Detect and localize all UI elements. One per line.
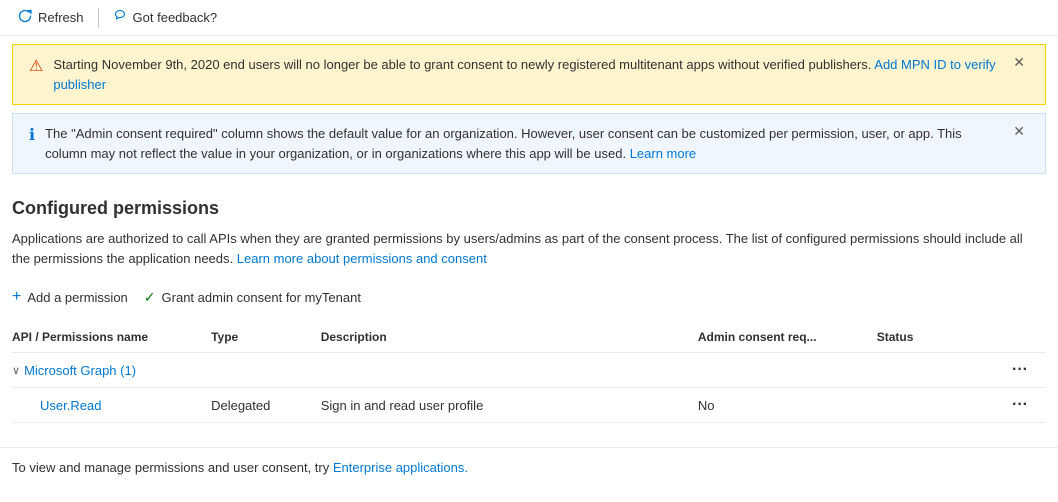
refresh-button[interactable]: Refresh xyxy=(8,5,94,30)
table-row: User.Read Delegated Sign in and read use… xyxy=(12,388,1046,423)
permissions-learn-more-link[interactable]: Learn more about permissions and consent xyxy=(237,251,487,266)
section-description: Applications are authorized to call APIs… xyxy=(12,229,1032,268)
chevron-down-icon: ∨ xyxy=(12,364,20,377)
warning-banner: ⚠ Starting November 9th, 2020 end users … xyxy=(12,44,1046,105)
action-bar: + Add a permission ✓ Grant admin consent… xyxy=(12,284,1046,310)
checkmark-icon: ✓ xyxy=(144,289,156,306)
warning-icon: ⚠ xyxy=(29,56,43,76)
table-header-row: API / Permissions name Type Description … xyxy=(12,322,1046,353)
col-header-name: API / Permissions name xyxy=(12,322,211,353)
perm-context-menu[interactable]: ··· xyxy=(1006,394,1034,415)
perm-status-cell xyxy=(877,388,996,423)
permissions-table: API / Permissions name Type Description … xyxy=(12,322,1046,423)
col-header-type: Type xyxy=(211,322,321,353)
footer-text: To view and manage permissions and user … xyxy=(12,460,329,475)
add-permission-button[interactable]: + Add a permission xyxy=(12,284,128,310)
table-group-row: ∨ Microsoft Graph (1) ··· xyxy=(12,353,1046,388)
info-close-button[interactable]: ✕ xyxy=(1009,124,1029,138)
group-context-menu[interactable]: ··· xyxy=(1006,359,1034,380)
toolbar-divider xyxy=(98,8,99,28)
perm-actions-cell: ··· xyxy=(996,388,1046,423)
enterprise-apps-link[interactable]: Enterprise applications. xyxy=(333,460,468,475)
info-learn-more-link[interactable]: Learn more xyxy=(630,146,696,161)
refresh-label: Refresh xyxy=(38,10,84,25)
perm-admin-consent-cell: No xyxy=(698,388,877,423)
feedback-icon xyxy=(113,9,127,26)
group-admin-cell xyxy=(698,353,877,388)
info-banner-text: The "Admin consent required" column show… xyxy=(45,124,999,163)
group-name-link[interactable]: Microsoft Graph (1) xyxy=(24,363,136,378)
refresh-icon xyxy=(18,9,32,26)
toolbar: Refresh Got feedback? xyxy=(0,0,1058,36)
perm-name-link[interactable]: User.Read xyxy=(40,398,101,413)
warning-banner-text: Starting November 9th, 2020 end users wi… xyxy=(53,55,999,94)
grant-consent-button[interactable]: ✓ Grant admin consent for myTenant xyxy=(144,285,361,310)
main-content: Configured permissions Applications are … xyxy=(0,182,1058,439)
warning-close-button[interactable]: ✕ xyxy=(1009,55,1029,69)
perm-description-cell: Sign in and read user profile xyxy=(321,388,698,423)
group-actions-cell: ··· xyxy=(996,353,1046,388)
perm-type-cell: Delegated xyxy=(211,388,321,423)
grant-consent-label: Grant admin consent for myTenant xyxy=(162,290,361,305)
col-header-admin-consent: Admin consent req... xyxy=(698,322,877,353)
col-header-description: Description xyxy=(321,322,698,353)
footer: To view and manage permissions and user … xyxy=(0,447,1058,487)
info-icon: ℹ xyxy=(29,125,35,145)
feedback-label: Got feedback? xyxy=(133,10,218,25)
col-header-actions xyxy=(996,322,1046,353)
group-desc-cell xyxy=(321,353,698,388)
add-permission-label: Add a permission xyxy=(27,290,127,305)
info-banner: ℹ The "Admin consent required" column sh… xyxy=(12,113,1046,174)
section-title: Configured permissions xyxy=(12,198,1046,219)
col-header-status: Status xyxy=(877,322,996,353)
group-status-cell xyxy=(877,353,996,388)
group-type-cell xyxy=(211,353,321,388)
feedback-button[interactable]: Got feedback? xyxy=(103,5,228,30)
perm-name-cell: User.Read xyxy=(12,388,211,423)
plus-icon: + xyxy=(12,288,21,306)
group-expand[interactable]: ∨ Microsoft Graph (1) xyxy=(12,363,199,378)
